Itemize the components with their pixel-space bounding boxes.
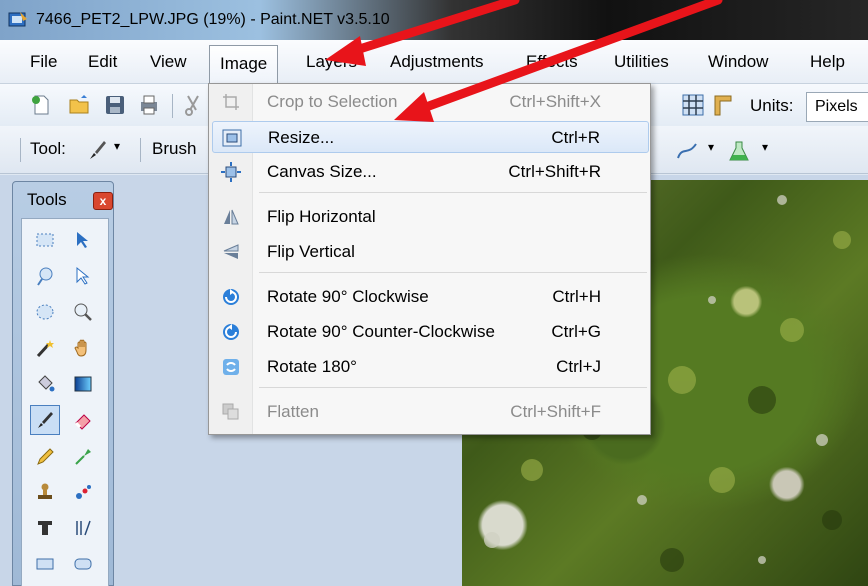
menu-item-flip-vertical[interactable]: Flip Vertical — [212, 236, 649, 268]
menu-item-shortcut: Ctrl+H — [552, 287, 601, 306]
clone-stamp-icon[interactable] — [30, 477, 60, 507]
menu-item-flatten[interactable]: Flatten Ctrl+Shift+F — [212, 396, 649, 428]
rotate-ccw-icon — [220, 321, 242, 343]
gradient-icon[interactable] — [68, 369, 98, 399]
magic-wand-icon[interactable] — [30, 333, 60, 363]
pan-hand-icon[interactable] — [68, 333, 98, 363]
menu-item-shortcut: Ctrl+Shift+X — [509, 92, 601, 111]
chevron-down-icon[interactable]: ▾ — [114, 139, 120, 153]
pencil-icon[interactable] — [30, 441, 60, 471]
ellipse-select-icon[interactable] — [30, 297, 60, 327]
move-selection-icon[interactable] — [68, 225, 98, 255]
menu-separator — [259, 272, 647, 273]
chevron-down-icon[interactable]: ▾ — [708, 140, 714, 154]
color-picker-icon[interactable] — [68, 441, 98, 471]
paintbrush-tool-icon[interactable] — [30, 405, 60, 435]
menu-item-flip-horizontal[interactable]: Flip Horizontal — [212, 201, 649, 233]
brush-width-label: Brush — [152, 139, 197, 158]
menu-utilities[interactable]: Utilities — [614, 40, 669, 84]
cut-icon[interactable] — [182, 94, 204, 116]
tool-label: Tool: — [30, 139, 66, 158]
menu-file[interactable]: File — [30, 40, 57, 84]
menu-item-shortcut: Ctrl+J — [556, 357, 601, 376]
paint-net-app-icon — [8, 12, 27, 27]
save-icon[interactable] — [104, 94, 126, 116]
menu-item-crop-to-selection[interactable]: Crop to Selection Ctrl+Shift+X — [212, 86, 649, 118]
menu-item-label: Rotate 90° Counter-Clockwise — [267, 322, 495, 341]
tools-panel-title: Tools — [27, 190, 67, 209]
menu-item-label: Flatten — [267, 402, 319, 421]
rotate-180-icon — [220, 356, 242, 378]
rectangle-shape-icon[interactable] — [30, 549, 60, 579]
title-bar: 7466_PET2_LPW.JPG (19%) - Paint.NET v3.5… — [0, 0, 868, 40]
menu-help[interactable]: Help — [810, 40, 845, 84]
crop-icon — [220, 91, 242, 113]
menu-item-shortcut: Ctrl+G — [551, 322, 601, 341]
menu-item-rotate-ccw[interactable]: Rotate 90° Counter-Clockwise Ctrl+G — [212, 316, 649, 348]
menu-item-label: Resize... — [268, 128, 335, 147]
menu-item-canvas-size[interactable]: Canvas Size... Ctrl+Shift+R — [212, 156, 649, 188]
units-label: Units: — [750, 96, 794, 115]
menu-window[interactable]: Window — [708, 40, 768, 84]
rounded-rectangle-icon[interactable] — [68, 549, 98, 579]
menu-image[interactable]: Image — [209, 45, 279, 84]
tools-grid — [21, 218, 109, 586]
menu-view[interactable]: View — [150, 40, 187, 84]
rotate-cw-icon — [220, 286, 242, 308]
image-menu-dropdown: Crop to Selection Ctrl+Shift+X Resize...… — [208, 83, 651, 435]
menu-layers[interactable]: Layers — [306, 40, 357, 84]
paintbrush-icon[interactable] — [86, 139, 108, 161]
rectangle-select-icon[interactable] — [30, 225, 60, 255]
paint-bucket-icon[interactable] — [30, 369, 60, 399]
resize-icon — [221, 127, 243, 149]
text-tool-icon[interactable] — [30, 513, 60, 543]
menu-separator — [259, 387, 647, 388]
print-icon[interactable] — [138, 94, 160, 116]
antialias-icon[interactable] — [676, 140, 698, 162]
blend-mode-icon[interactable] — [728, 140, 750, 162]
menu-adjustments[interactable]: Adjustments — [390, 40, 484, 84]
move-selected-icon[interactable] — [68, 261, 98, 291]
chevron-down-icon[interactable]: ▾ — [762, 140, 768, 154]
menu-item-shortcut: Ctrl+R — [551, 128, 600, 147]
menu-bar: File Edit View Image Layers Adjustments … — [0, 40, 868, 84]
ruler-icon[interactable] — [712, 94, 734, 116]
menu-item-rotate-180[interactable]: Rotate 180° Ctrl+J — [212, 351, 649, 383]
toolbar-separator — [140, 138, 141, 162]
menu-effects[interactable]: Effects — [526, 40, 578, 84]
flip-horizontal-icon — [220, 206, 242, 228]
tools-panel: Tools x — [12, 181, 114, 586]
close-icon[interactable]: x — [93, 192, 113, 210]
menu-item-shortcut: Ctrl+Shift+F — [510, 402, 601, 421]
menu-item-label: Flip Vertical — [267, 242, 355, 261]
menu-item-resize[interactable]: Resize... Ctrl+R — [212, 121, 649, 153]
menu-item-shortcut: Ctrl+Shift+R — [508, 162, 601, 181]
menu-edit[interactable]: Edit — [88, 40, 117, 84]
menu-item-label: Crop to Selection — [267, 92, 398, 111]
new-file-icon[interactable] — [30, 94, 52, 116]
zoom-icon[interactable] — [68, 297, 98, 327]
menu-item-rotate-cw[interactable]: Rotate 90° Clockwise Ctrl+H — [212, 281, 649, 313]
eraser-icon[interactable] — [68, 405, 98, 435]
menu-item-label: Rotate 180° — [267, 357, 357, 376]
menu-item-label: Rotate 90° Clockwise — [267, 287, 429, 306]
units-dropdown[interactable]: Pixels — [806, 92, 868, 122]
open-file-icon[interactable] — [68, 94, 90, 116]
menu-separator — [259, 192, 647, 193]
recolor-icon[interactable] — [68, 477, 98, 507]
window-title: 7466_PET2_LPW.JPG (19%) - Paint.NET v3.5… — [36, 11, 390, 28]
canvas-size-icon — [220, 161, 242, 183]
line-curve-icon[interactable] — [68, 513, 98, 543]
flip-vertical-icon — [220, 241, 242, 263]
flatten-icon — [220, 401, 242, 423]
grid-toggle-icon[interactable] — [682, 94, 704, 116]
toolbar-separator — [172, 94, 173, 118]
lasso-select-icon[interactable] — [30, 261, 60, 291]
menu-item-label: Flip Horizontal — [267, 207, 376, 226]
menu-item-label: Canvas Size... — [267, 162, 377, 181]
toolbar-separator — [20, 138, 21, 162]
